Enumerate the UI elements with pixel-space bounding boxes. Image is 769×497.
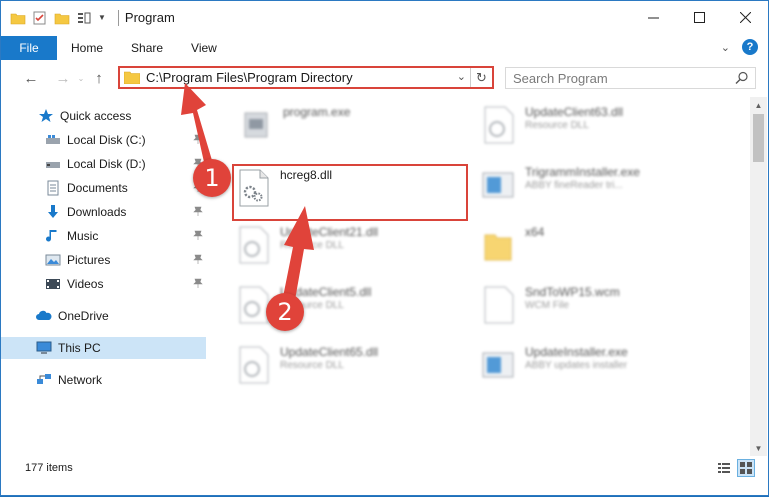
arrow-1	[181, 83, 214, 171]
file-explorer-window: ▼ Program File Home Share View ⌄ ? ← → ⌄…	[0, 0, 769, 496]
step-2-badge: 2	[266, 293, 304, 331]
step-1-badge: 1	[193, 159, 231, 197]
arrow-2	[283, 206, 314, 300]
annotation-arrows	[181, 83, 314, 300]
